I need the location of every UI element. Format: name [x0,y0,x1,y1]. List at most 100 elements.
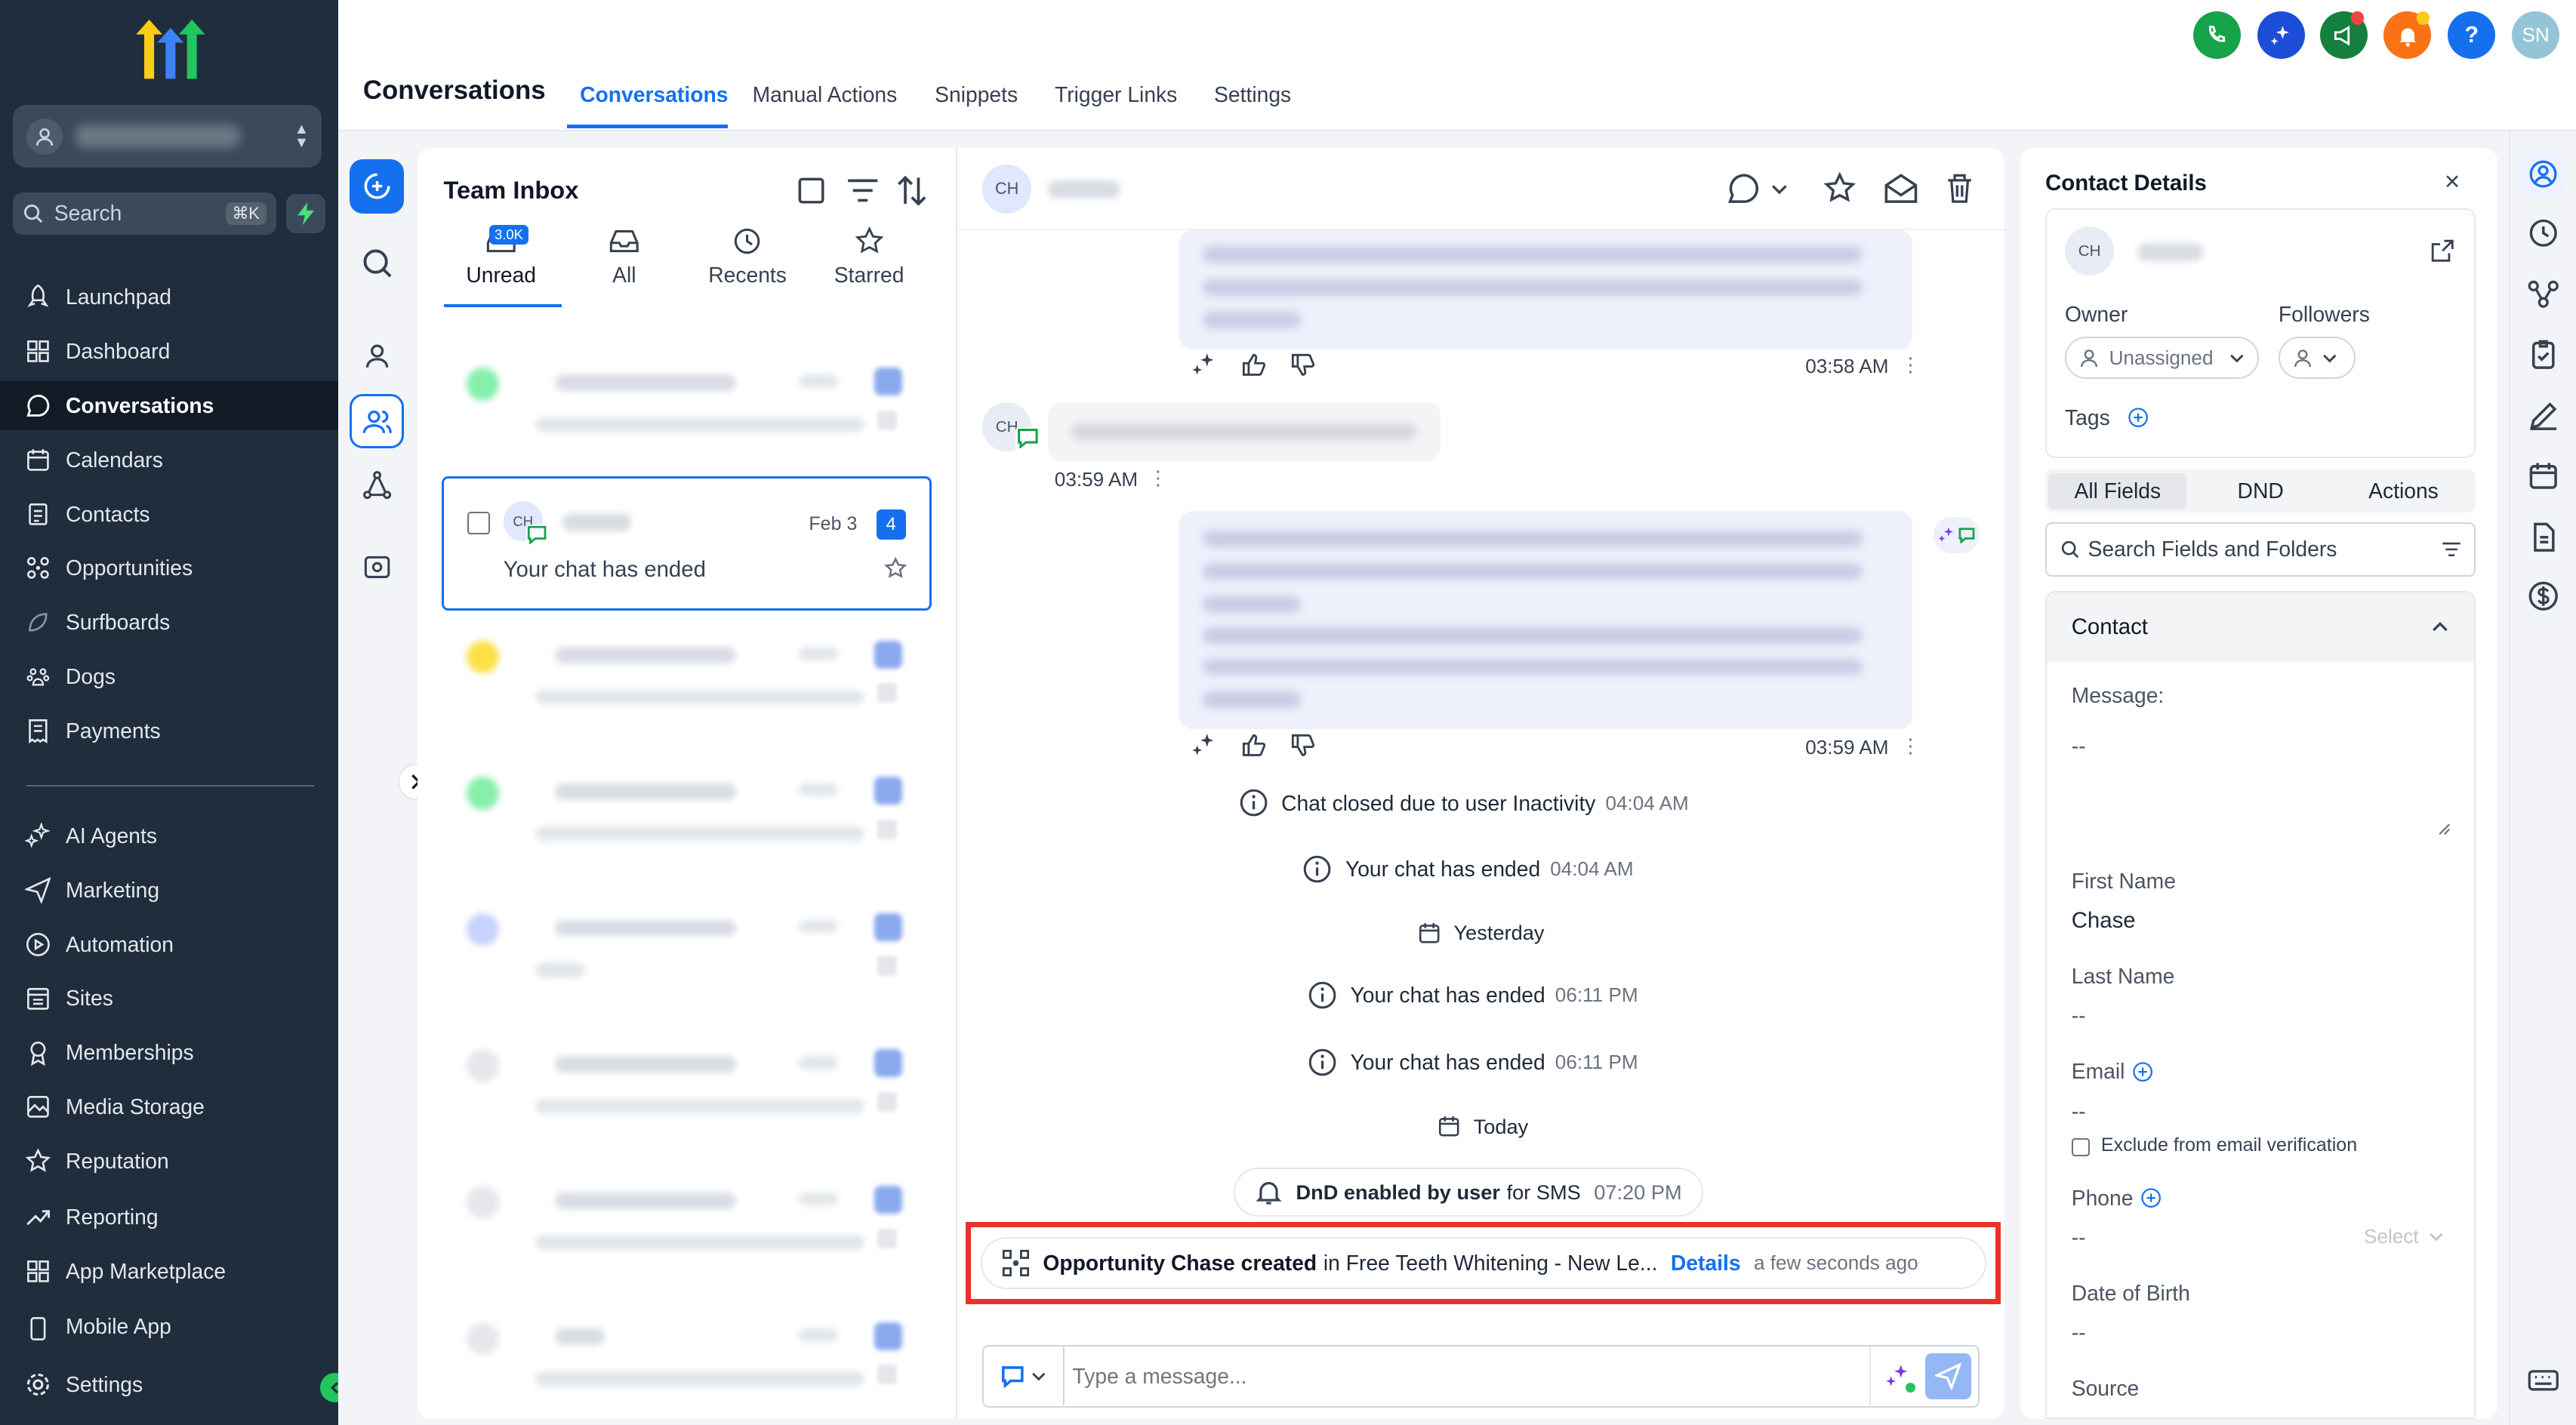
selected-conversation-card[interactable]: CH Feb 3 4 Your chat has ended [442,476,932,611]
plus-circle-icon[interactable] [2140,1187,2162,1208]
dollar-icon[interactable] [2527,580,2560,613]
opportunity-details-link[interactable]: Details [1671,1251,1741,1276]
mark-read-button[interactable] [1883,172,1919,205]
sidebar-item-opportunities[interactable]: Opportunities [0,543,338,592]
send-button[interactable] [1924,1353,1971,1399]
announcements-button[interactable] [2319,11,2368,60]
filter-button[interactable] [846,177,880,204]
phone-type-select[interactable]: Select [2364,1225,2443,1248]
sidebar-item-payments[interactable]: Payments [0,706,338,756]
more-icon[interactable]: ⋮ [1900,734,1920,758]
calendar-icon[interactable] [2527,460,2560,493]
document-icon[interactable] [2527,521,2560,554]
message-input[interactable] [1072,1356,1862,1396]
last-name-value[interactable]: -- [2072,1003,2086,1028]
sidebar-item-app-marketplace[interactable]: App Marketplace [0,1247,338,1296]
list-item[interactable] [454,627,930,739]
sidebar-item-reputation[interactable]: Reputation [0,1137,338,1186]
chevron-up-icon[interactable] [2431,620,2449,633]
email-value[interactable]: -- [2072,1099,2086,1124]
filter-icon[interactable] [2442,541,2461,558]
assign-button[interactable] [1725,172,1788,205]
sidebar-item-contacts[interactable]: Contacts [0,489,338,538]
sidebar-item-dashboard[interactable]: Dashboard [0,327,338,376]
sidebar-item-dogs[interactable]: Dogs [0,652,338,701]
sidebar-item-surfboards[interactable]: Surfboards [0,598,338,647]
sidebar-item-media-storage[interactable]: Media Storage [0,1082,338,1131]
phone-button[interactable] [2192,11,2242,60]
more-icon[interactable]: ⋮ [1148,466,1168,490]
preview-button[interactable] [350,540,404,595]
owner-select[interactable]: Unassigned [2065,336,2259,380]
plus-circle-icon[interactable] [2132,1061,2153,1082]
tab-recents[interactable]: Recents [695,226,800,288]
sidebar-item-marketing[interactable]: Marketing [0,866,338,915]
workflow-icon[interactable] [2527,278,2560,311]
tab-conversations[interactable]: Conversations [580,82,728,107]
tab-starred[interactable]: Starred [816,226,921,288]
user-avatar[interactable]: SN [2512,11,2560,60]
sidebar-item-reporting[interactable]: Reporting [0,1193,338,1242]
sidebar-item-sites[interactable]: Sites [0,974,338,1023]
star-button[interactable] [884,557,907,580]
quick-action-button[interactable] [285,193,325,233]
sidebar-item-launchpad[interactable]: Launchpad [0,272,338,322]
history-icon[interactable] [2527,217,2560,250]
task-icon[interactable] [2527,338,2560,371]
delete-conversation-button[interactable] [1945,172,1974,205]
sidebar-item-ai-agents[interactable]: AI Agents [0,811,338,860]
ai-assist-button[interactable] [2257,11,2305,60]
sidebar-item-mobile-app[interactable]: Mobile App [0,1300,338,1340]
list-item[interactable] [454,1309,930,1420]
thumbs-down-icon[interactable] [1290,352,1316,378]
sidebar-item-conversations[interactable]: Conversations [0,380,339,431]
tab-trigger-links[interactable]: Trigger Links [1055,82,1177,107]
thumbs-up-icon[interactable] [1240,352,1267,378]
search-conversations-button[interactable] [350,236,404,291]
first-name-value[interactable]: Chase [2072,908,2136,934]
list-item[interactable] [454,355,930,466]
tab-snippets[interactable]: Snippets [935,82,1018,107]
add-tag-button[interactable] [2128,407,2149,428]
resize-handle-icon[interactable] [2438,823,2451,836]
message-value[interactable]: -- [2072,734,2086,759]
list-item[interactable] [454,1173,930,1285]
sparkle-icon[interactable] [1191,352,1217,378]
more-icon[interactable]: ⋮ [1900,353,1920,377]
list-item[interactable] [454,900,930,1011]
tab-settings[interactable]: Settings [1214,82,1291,107]
notifications-button[interactable] [2383,11,2432,60]
new-message-button[interactable] [350,159,405,214]
sort-button[interactable] [895,174,929,208]
workflow-button[interactable] [350,458,404,512]
tab-manual-actions[interactable]: Manual Actions [753,82,898,107]
tab-all-fields[interactable]: All Fields [2048,472,2187,509]
sidebar-item-automation[interactable]: Automation [0,920,338,969]
open-contact-button[interactable] [2431,239,2454,263]
sidebar-search[interactable]: Search ⌘K [13,192,276,235]
close-icon[interactable]: × [2445,168,2460,195]
star-conversation-button[interactable] [1823,172,1857,205]
followers-select[interactable] [2278,336,2356,380]
team-inbox-button[interactable] [350,394,405,449]
contact-tab-button[interactable] [2519,152,2566,195]
tab-all[interactable]: All [572,226,676,288]
thumbs-up-icon[interactable] [1240,732,1267,759]
list-item[interactable] [454,764,930,876]
field-search[interactable]: Search Fields and Folders [2045,522,2476,577]
row-checkbox[interactable] [467,511,491,534]
phone-value[interactable]: -- [2072,1225,2086,1250]
channel-selector[interactable] [984,1347,1065,1406]
tab-dnd[interactable]: DND [2192,469,2330,512]
sidebar-item-calendars[interactable]: Calendars [0,436,338,485]
ai-compose-button[interactable] [1869,1347,1925,1406]
exclude-email-checkbox[interactable] [2071,1137,2090,1156]
dob-value[interactable]: -- [2072,1320,2086,1345]
select-all-checkbox[interactable] [797,176,826,205]
pen-icon[interactable] [2527,399,2560,432]
sidebar-item-settings[interactable]: Settings [0,1360,338,1409]
keyboard-icon[interactable] [2527,1363,2560,1396]
list-item[interactable] [454,1036,930,1148]
thumbs-down-icon[interactable] [1290,732,1316,759]
my-inbox-button[interactable] [350,328,404,383]
